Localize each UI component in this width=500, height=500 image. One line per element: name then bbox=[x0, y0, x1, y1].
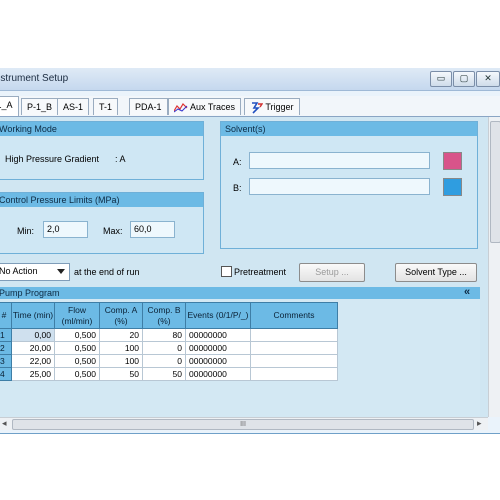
solvent-a-color-button[interactable] bbox=[443, 152, 462, 170]
column-header[interactable]: Comments bbox=[250, 302, 338, 329]
events-cell[interactable]: 00000000 bbox=[185, 367, 251, 381]
scroll-right-icon[interactable]: ▸ bbox=[477, 418, 482, 429]
column-header[interactable]: Comp. B (%) bbox=[142, 302, 186, 329]
table-row[interactable]: 4 25,00 0,500 50 50 00000000 bbox=[0, 367, 338, 381]
solvent-b-color-button[interactable] bbox=[443, 178, 462, 196]
pressure-limits-group: Control Pressure Limits (MPa) Min: 2,0 M… bbox=[0, 192, 204, 254]
vertical-scrollbar[interactable] bbox=[488, 117, 500, 417]
tab-label: Aux Traces bbox=[190, 102, 236, 112]
tab-bar: LC-1_A P-1_B AS-1 T-1 PDA-1 Aux Traces T… bbox=[0, 96, 500, 117]
solvent-b-label: B: bbox=[233, 183, 242, 193]
table-row[interactable]: 1 0,00 0,500 20 80 00000000 bbox=[0, 328, 338, 342]
working-mode-suffix: : A bbox=[115, 154, 126, 164]
tab-label: P-1_B bbox=[27, 102, 53, 112]
end-action-suffix: at the end of run bbox=[74, 267, 140, 277]
end-action-value: No Action bbox=[0, 266, 38, 276]
flow-cell[interactable]: 0,500 bbox=[54, 341, 100, 355]
row-number[interactable]: 4 bbox=[0, 367, 12, 381]
events-cell[interactable]: 00000000 bbox=[185, 341, 251, 355]
title-bar: Instrument Setup ▭ ▢ ✕ bbox=[0, 68, 500, 91]
setup-button[interactable]: Setup ... bbox=[299, 263, 365, 282]
maximize-button[interactable]: ▢ bbox=[453, 71, 475, 87]
comp-b-cell[interactable]: 0 bbox=[142, 354, 186, 368]
comp-a-cell[interactable]: 100 bbox=[99, 354, 143, 368]
working-mode-value: High Pressure Gradient bbox=[5, 154, 100, 164]
tab-aux-traces[interactable]: Aux Traces bbox=[168, 98, 242, 115]
time-cell[interactable]: 25,00 bbox=[11, 367, 55, 381]
tab-label: PDA-1 bbox=[135, 102, 162, 112]
horizontal-scrollbar[interactable]: ◂ III ▸ bbox=[0, 417, 488, 430]
column-header: # bbox=[0, 302, 12, 329]
comp-a-cell[interactable]: 20 bbox=[99, 328, 143, 342]
pressure-limits-header: Control Pressure Limits (MPa) bbox=[0, 193, 203, 207]
column-header[interactable]: Flow (ml/min) bbox=[54, 302, 100, 329]
time-cell[interactable]: 0,00 bbox=[11, 328, 55, 342]
max-pressure-input[interactable]: 60,0 bbox=[130, 221, 175, 238]
comp-b-cell[interactable]: 50 bbox=[142, 367, 186, 381]
comments-cell[interactable] bbox=[250, 367, 338, 381]
tab-label: LC-1_A bbox=[0, 100, 13, 110]
comp-a-cell[interactable]: 100 bbox=[99, 341, 143, 355]
table-row[interactable]: 2 20,00 0,500 100 0 00000000 bbox=[0, 341, 338, 355]
tab-t-1[interactable]: T-1 bbox=[93, 98, 119, 115]
events-cell[interactable]: 00000000 bbox=[185, 328, 251, 342]
pump-program-header: Pump Program bbox=[0, 287, 480, 299]
minimize-button[interactable]: ▭ bbox=[430, 71, 452, 87]
collapse-icon[interactable]: « bbox=[464, 286, 470, 298]
instrument-setup-window: Instrument Setup ▭ ▢ ✕ LC-1_A P-1_B AS-1… bbox=[0, 68, 500, 434]
solvents-group: Solvent(s) A: B: bbox=[220, 121, 478, 249]
row-number[interactable]: 3 bbox=[0, 354, 12, 368]
end-action-select[interactable]: No Action bbox=[0, 263, 70, 281]
pretreatment-checkbox[interactable] bbox=[221, 266, 232, 277]
tab-as-1[interactable]: AS-1 bbox=[57, 98, 90, 115]
solvent-a-input[interactable] bbox=[249, 152, 430, 169]
max-label: Max: bbox=[103, 226, 123, 236]
flow-cell[interactable]: 0,500 bbox=[54, 354, 100, 368]
column-header[interactable]: Comp. A (%) bbox=[99, 302, 143, 329]
pretreatment-label: Pretreatment bbox=[234, 267, 287, 277]
min-label: Min: bbox=[17, 226, 35, 236]
aux-traces-icon bbox=[173, 102, 188, 113]
pump-program-panel: Pump Program « # Time (min) Flow (ml/min… bbox=[0, 286, 480, 417]
events-cell[interactable]: 00000000 bbox=[185, 354, 251, 368]
row-number[interactable]: 2 bbox=[0, 341, 12, 355]
comments-cell[interactable] bbox=[250, 328, 338, 342]
tab-trigger[interactable]: Trigger bbox=[244, 98, 300, 115]
min-pressure-input[interactable]: 2,0 bbox=[43, 221, 88, 238]
comp-a-cell[interactable]: 50 bbox=[99, 367, 143, 381]
pump-program-table: # Time (min) Flow (ml/min) Comp. A (%) C… bbox=[0, 302, 338, 381]
tab-content: Working Mode High Pressure Gradient : A … bbox=[0, 117, 488, 417]
column-header[interactable]: Time (min) bbox=[11, 302, 55, 329]
horizontal-scroll-thumb[interactable]: III bbox=[12, 419, 474, 430]
vertical-scroll-thumb[interactable] bbox=[490, 121, 500, 243]
comments-cell[interactable] bbox=[250, 354, 338, 368]
flow-cell[interactable]: 0,500 bbox=[54, 367, 100, 381]
comp-b-cell[interactable]: 80 bbox=[142, 328, 186, 342]
tab-p-1-b[interactable]: P-1_B bbox=[21, 98, 59, 115]
column-header[interactable]: Events (0/1/P/_) bbox=[185, 302, 251, 329]
chevron-down-icon bbox=[57, 269, 65, 274]
tab-lc-1-a[interactable]: LC-1_A bbox=[0, 96, 19, 116]
comments-cell[interactable] bbox=[250, 341, 338, 355]
time-cell[interactable]: 22,00 bbox=[11, 354, 55, 368]
solvents-header: Solvent(s) bbox=[221, 122, 477, 136]
scroll-left-icon[interactable]: ◂ bbox=[2, 418, 7, 429]
close-button[interactable]: ✕ bbox=[476, 71, 500, 87]
tab-label: T-1 bbox=[99, 102, 113, 112]
working-mode-header: Working Mode bbox=[0, 122, 203, 136]
row-number[interactable]: 1 bbox=[0, 328, 12, 342]
trigger-icon bbox=[252, 101, 264, 114]
solvent-type-button[interactable]: Solvent Type ... bbox=[395, 263, 477, 282]
tab-label: AS-1 bbox=[63, 102, 84, 112]
flow-cell[interactable]: 0,500 bbox=[54, 328, 100, 342]
solvent-a-label: A: bbox=[233, 157, 242, 167]
time-cell[interactable]: 20,00 bbox=[11, 341, 55, 355]
working-mode-group: Working Mode High Pressure Gradient : A bbox=[0, 121, 204, 180]
comp-b-cell[interactable]: 0 bbox=[142, 341, 186, 355]
tab-pda-1[interactable]: PDA-1 bbox=[129, 98, 168, 115]
window-title: Instrument Setup bbox=[0, 73, 69, 84]
table-row[interactable]: 3 22,00 0,500 100 0 00000000 bbox=[0, 354, 338, 368]
solvent-b-input[interactable] bbox=[249, 178, 430, 195]
tab-label: Trigger bbox=[265, 102, 294, 112]
